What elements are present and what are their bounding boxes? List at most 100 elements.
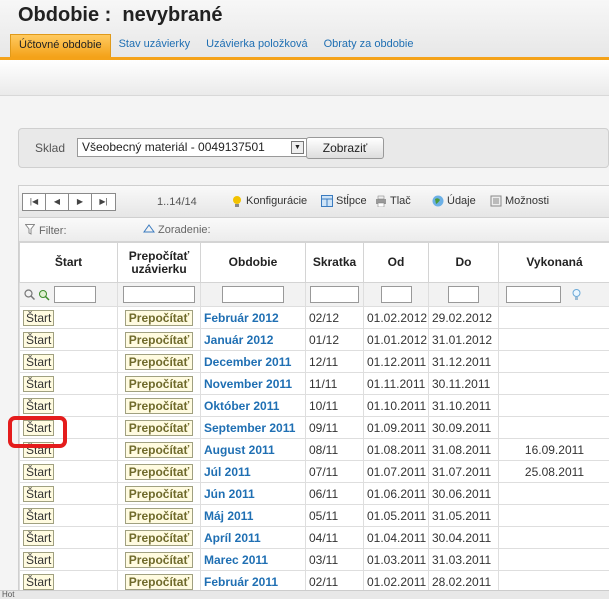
tab-uctovne-obdobie[interactable]: Účtovné obdobie: [10, 34, 111, 57]
recalc-button[interactable]: Prepočítať: [124, 507, 194, 524]
vykonana-cell: [498, 526, 609, 549]
filter-input-skratka[interactable]: [310, 286, 359, 303]
do-cell: 31.05.2011: [428, 504, 499, 527]
col-header-od[interactable]: Od: [363, 242, 429, 283]
columns-button[interactable]: Stĺpce: [321, 195, 367, 207]
filter-input-do[interactable]: [448, 286, 479, 303]
status-bar: Hot: [0, 590, 609, 599]
start-cell: Štart: [19, 372, 118, 395]
filter-toggle[interactable]: Filter:: [24, 224, 67, 238]
print-button[interactable]: Tlač: [375, 195, 411, 208]
obdobie-cell[interactable]: September 2011: [200, 416, 306, 439]
data-button[interactable]: Údaje: [432, 195, 476, 207]
col-header-obdobie[interactable]: Obdobie: [200, 242, 306, 283]
recalc-button[interactable]: Prepočítať: [124, 529, 194, 546]
col-header-skratka[interactable]: Skratka: [305, 242, 364, 283]
do-cell: 30.04.2011: [428, 526, 499, 549]
do-cell: 31.08.2011: [428, 438, 499, 461]
obdobie-cell[interactable]: December 2011: [200, 350, 306, 373]
options-button[interactable]: Možnosti: [490, 195, 549, 207]
recalc-button[interactable]: Prepočítať: [124, 551, 194, 568]
skratka-cell: 02/12: [305, 306, 364, 329]
filter-input-recalc[interactable]: [123, 286, 195, 303]
filter-input-vykonana[interactable]: [506, 286, 561, 303]
filter-cell-obdobie: [200, 282, 306, 307]
search-icon[interactable]: [24, 287, 36, 301]
filter-input-od[interactable]: [380, 286, 412, 303]
recalc-button[interactable]: Prepočítať: [124, 485, 194, 502]
obdobie-cell[interactable]: November 2011: [200, 372, 306, 395]
recalc-button[interactable]: Prepočítať: [124, 441, 194, 458]
start-button[interactable]: Štart: [23, 375, 55, 392]
tab-uzavierka-polozkova[interactable]: Uzávierka položková: [198, 34, 316, 57]
do-cell: 31.07.2011: [428, 460, 499, 483]
first-page-icon[interactable]: |◀: [23, 194, 46, 210]
config-button[interactable]: Konfigurácie: [231, 195, 307, 207]
refresh-filter-icon[interactable]: [38, 287, 50, 301]
show-button[interactable]: Zobraziť: [306, 137, 384, 159]
col-header-do[interactable]: Do: [428, 242, 499, 283]
table-row: Štart Prepočítať Október 2011 10/11 01.10.20…: [19, 394, 609, 417]
recalc-button[interactable]: Prepočítať: [124, 309, 194, 326]
recalc-button[interactable]: Prepočítať: [124, 419, 194, 436]
obdobie-cell[interactable]: Marec 2011: [200, 548, 306, 571]
table-row: Štart Prepočítať Júl 2011 07/11 01.07.2011 31…: [19, 460, 609, 483]
obdobie-cell[interactable]: August 2011: [200, 438, 306, 461]
obdobie-cell[interactable]: Február 2012: [200, 306, 306, 329]
table-row: Štart Prepočítať Marec 2011 03/11 01.03.2011…: [19, 548, 609, 571]
start-button[interactable]: Štart: [23, 551, 55, 568]
recalc-button[interactable]: Prepočítať: [124, 375, 194, 392]
start-button[interactable]: Štart: [23, 573, 55, 590]
tab-stav-uzavierky[interactable]: Stav uzávierky: [111, 34, 199, 57]
sklad-select[interactable]: Všeobecný materiál - 0049137501 ▼: [77, 138, 307, 157]
skratka-cell: 07/11: [305, 460, 364, 483]
recalc-button[interactable]: Prepočítať: [124, 573, 194, 590]
obdobie-cell[interactable]: Júl 2011: [200, 460, 306, 483]
recalc-button[interactable]: Prepočítať: [124, 463, 194, 480]
start-button[interactable]: Štart: [23, 309, 55, 326]
col-header-recalc[interactable]: Prepočítať uzávierku: [117, 242, 201, 283]
filter-input-obdobie[interactable]: [222, 286, 284, 303]
recalc-button[interactable]: Prepočítať: [124, 397, 194, 414]
vykonana-cell: [498, 482, 609, 505]
col-header-start[interactable]: Štart: [19, 242, 118, 283]
start-button[interactable]: Štart: [23, 485, 55, 502]
table-header-row: Štart Prepočítať uzávierku Obdobie Skrat…: [19, 242, 609, 283]
recalc-button[interactable]: Prepočítať: [124, 353, 194, 370]
vykonana-cell: [498, 328, 609, 351]
next-page-icon[interactable]: ▶: [69, 194, 92, 210]
recalc-button[interactable]: Prepočítať: [124, 331, 194, 348]
start-button[interactable]: Štart: [23, 397, 55, 414]
filter-label: Filter:: [39, 225, 67, 237]
vykonana-cell: [498, 394, 609, 417]
chevron-down-icon[interactable]: ▼: [291, 141, 304, 154]
vykonana-cell: 25.08.2011: [498, 460, 609, 483]
lightbulb-icon[interactable]: [572, 287, 581, 301]
obdobie-cell[interactable]: Máj 2011: [200, 504, 306, 527]
start-button[interactable]: Štart: [23, 529, 55, 546]
prev-page-icon[interactable]: ◀: [46, 194, 69, 210]
last-page-icon[interactable]: ▶|: [92, 194, 115, 210]
obdobie-cell[interactable]: Október 2011: [200, 394, 306, 417]
start-button[interactable]: Štart: [23, 507, 55, 524]
filter-sort-bar: Filter: Zoradenie:: [19, 218, 609, 242]
table-row: Štart Prepočítať Január 2012 01/12 01.01.201…: [19, 328, 609, 351]
pager-range: 1..14/14: [157, 196, 197, 208]
tab-obraty-za-obdobie[interactable]: Obraty za obdobie: [316, 34, 422, 57]
filter-input-start[interactable]: [53, 286, 96, 303]
triangle-up-icon: [143, 224, 155, 236]
sklad-select-value: Všeobecný materiál - 0049137501: [82, 140, 265, 154]
vykonana-cell: [498, 350, 609, 373]
start-button[interactable]: Štart: [23, 463, 55, 480]
start-button[interactable]: Štart: [23, 353, 55, 370]
sort-toggle[interactable]: Zoradenie:: [143, 224, 211, 236]
do-cell: 29.02.2012: [428, 306, 499, 329]
do-cell: 30.11.2011: [428, 372, 499, 395]
obdobie-cell[interactable]: Január 2012: [200, 328, 306, 351]
pager: |◀ ◀ ▶ ▶|: [22, 193, 116, 211]
vykonana-cell: [498, 504, 609, 527]
obdobie-cell[interactable]: Apríl 2011: [200, 526, 306, 549]
obdobie-cell[interactable]: Jún 2011: [200, 482, 306, 505]
col-header-vykonana[interactable]: Vykonaná: [498, 242, 609, 283]
start-button[interactable]: Štart: [23, 331, 55, 348]
